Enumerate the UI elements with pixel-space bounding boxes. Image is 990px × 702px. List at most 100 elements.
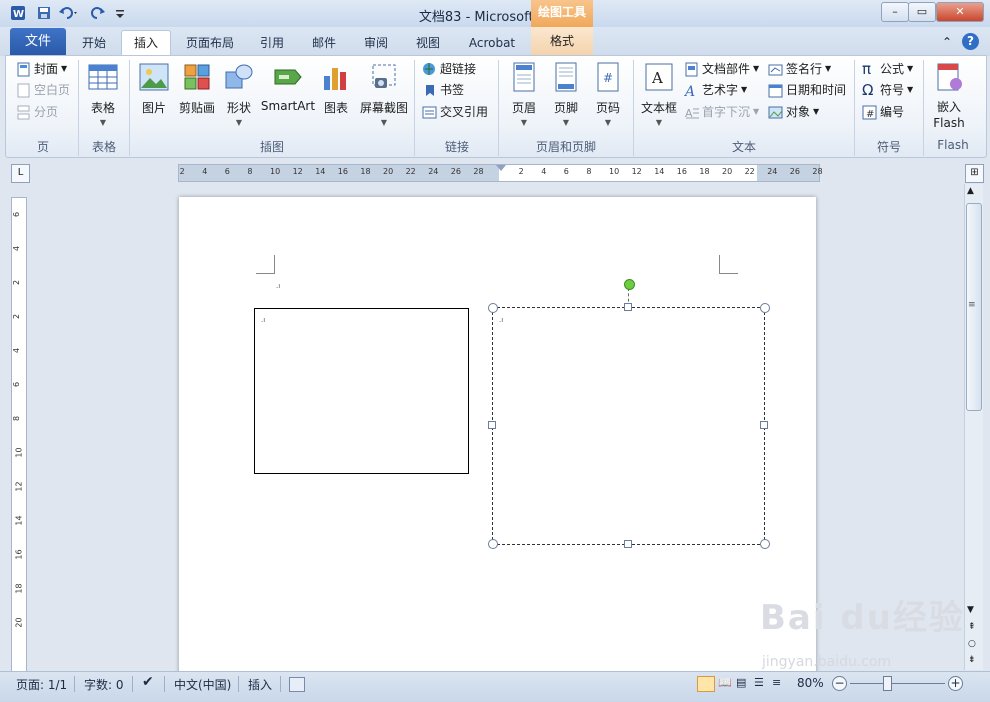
- chart-label: 图表: [323, 101, 348, 115]
- signature-line-button[interactable]: 签名行 ▼: [768, 59, 831, 79]
- status-separator: [132, 676, 133, 692]
- resize-handle-top-right[interactable]: [760, 303, 770, 313]
- table-button[interactable]: 表格 ▼: [82, 62, 124, 127]
- tab-home[interactable]: 开始: [74, 33, 114, 53]
- tab-insert[interactable]: 插入: [121, 30, 171, 57]
- page-break-button[interactable]: 分页: [16, 102, 58, 122]
- scroll-down-icon[interactable]: ▼: [967, 605, 974, 615]
- smartart-button[interactable]: SmartArt: [260, 62, 316, 113]
- resize-handle-bottom-left[interactable]: [488, 539, 498, 549]
- macro-record-icon[interactable]: [289, 677, 305, 692]
- rectangle-shape-selected[interactable]: [492, 307, 765, 545]
- bookmark-button[interactable]: 书签: [422, 80, 464, 100]
- header-button[interactable]: 页眉 ▼: [506, 62, 542, 127]
- equation-button[interactable]: π 公式 ▼: [862, 59, 913, 79]
- full-screen-reading-view-icon[interactable]: 📖: [718, 676, 732, 689]
- print-layout-view-icon[interactable]: [697, 676, 715, 692]
- browse-object-icon[interactable]: ○: [968, 639, 976, 649]
- quick-parts-button[interactable]: 文档部件 ▼: [684, 59, 759, 79]
- group-label-pages: 页: [36, 140, 49, 154]
- tab-selector-button[interactable]: L: [11, 164, 30, 183]
- omega-icon: Ω: [862, 80, 874, 99]
- close-button[interactable]: ✕: [936, 2, 984, 22]
- zoom-in-button[interactable]: +: [948, 676, 963, 691]
- textbox-button[interactable]: A 文本框 ▼: [638, 62, 680, 127]
- picture-button[interactable]: 图片: [136, 62, 172, 116]
- zoom-slider-track[interactable]: [850, 683, 945, 684]
- zoom-out-button[interactable]: −: [832, 676, 847, 691]
- proofing-icon[interactable]: ✔: [142, 674, 154, 690]
- ruler-tick-label: 4: [541, 167, 547, 176]
- dropdown-arrow-icon: ▼: [520, 118, 528, 127]
- draft-view-icon[interactable]: ≡: [772, 676, 781, 689]
- drop-cap-button[interactable]: A 首字下沉 ▼: [684, 102, 759, 122]
- word-count-status[interactable]: 字数: 0: [84, 676, 124, 693]
- ruler-tick-label: 18: [360, 167, 371, 176]
- zoom-slider-thumb[interactable]: [883, 676, 892, 691]
- page-number-label: 页码: [595, 101, 620, 115]
- ruler-tick-label: 8: [247, 167, 253, 176]
- tab-mailings[interactable]: 邮件: [306, 33, 342, 53]
- insert-mode-status[interactable]: 插入: [248, 676, 272, 693]
- resize-handle-bottom[interactable]: [624, 540, 632, 548]
- page-break-icon: [17, 105, 30, 119]
- minimize-button[interactable]: –: [881, 2, 909, 22]
- clipart-label: 剪贴画: [178, 101, 215, 115]
- shapes-button[interactable]: 形状 ▼: [221, 62, 257, 127]
- resize-handle-bottom-right[interactable]: [760, 539, 770, 549]
- tab-review[interactable]: 审阅: [358, 33, 394, 53]
- rectangle-shape-left[interactable]: [254, 308, 469, 474]
- ruler-tick-label: 20: [383, 167, 394, 176]
- scroll-up-icon[interactable]: ▲: [967, 186, 974, 196]
- date-time-button[interactable]: 日期和时间: [768, 80, 846, 100]
- outline-view-icon[interactable]: ☰: [754, 676, 764, 689]
- ruler-tick-label: 28: [812, 167, 823, 176]
- collapse-ribbon-icon[interactable]: ⌃: [942, 35, 952, 49]
- symbol-button[interactable]: Ω 符号 ▼: [862, 80, 913, 100]
- wordart-button[interactable]: A 艺术字 ▼: [684, 80, 747, 100]
- status-separator: [280, 676, 281, 692]
- vertical-ruler[interactable]: 6 4 2 2 4 6 8 10 12 14 16 18 20: [11, 197, 27, 673]
- web-layout-view-icon[interactable]: ▤: [736, 676, 746, 689]
- embed-flash-button[interactable]: 嵌入 Flash: [928, 62, 970, 131]
- chart-button[interactable]: 图表: [320, 62, 352, 116]
- screenshot-icon: [372, 64, 396, 88]
- next-page-icon[interactable]: ⇟: [968, 655, 976, 665]
- resize-handle-left[interactable]: [488, 421, 496, 429]
- restore-button[interactable]: ▭: [908, 2, 936, 22]
- table-label: 表格: [90, 101, 115, 115]
- window-title: 文档83 - Microsoft Word: [418, 10, 572, 25]
- resize-handle-right[interactable]: [760, 421, 768, 429]
- tab-view[interactable]: 视图: [410, 33, 446, 53]
- equation-label: 公式: [880, 62, 905, 76]
- resize-handle-top[interactable]: [624, 303, 632, 311]
- screenshot-button[interactable]: 屏幕截图 ▼: [358, 62, 410, 127]
- page-number-button[interactable]: # 页码 ▼: [590, 62, 626, 127]
- hyperlink-button[interactable]: 超链接: [422, 59, 476, 79]
- tab-format[interactable]: 格式: [531, 27, 593, 56]
- previous-page-icon[interactable]: ⇞: [968, 622, 976, 632]
- cover-page-button[interactable]: 封面 ▼: [16, 59, 67, 79]
- horizontal-ruler[interactable]: 28 26 24 22 20 18 16 14 12 10 8 6 4 2 2 4 6 8 10 12 14 16 18 20…: [178, 164, 823, 182]
- blank-page-button[interactable]: 空白页: [16, 80, 70, 100]
- flash-icon: [937, 63, 962, 91]
- number-button[interactable]: # 编号: [862, 102, 904, 122]
- page-count-status[interactable]: 页面: 1/1: [16, 676, 67, 693]
- view-ruler-icon[interactable]: ⊞: [965, 164, 984, 183]
- object-button[interactable]: 对象 ▼: [768, 102, 819, 122]
- tab-acrobat[interactable]: Acrobat: [462, 33, 522, 53]
- language-status[interactable]: 中文(中国): [174, 676, 231, 693]
- tab-references[interactable]: 引用: [254, 33, 290, 53]
- rotation-handle[interactable]: [624, 279, 635, 290]
- zoom-level[interactable]: 80%: [797, 676, 824, 690]
- tab-page-layout[interactable]: 页面布局: [180, 33, 240, 53]
- tab-file[interactable]: 文件: [10, 28, 66, 55]
- ruler-tick-label: 2: [179, 167, 185, 176]
- footer-button[interactable]: 页脚 ▼: [548, 62, 584, 127]
- help-icon[interactable]: ?: [962, 33, 979, 50]
- resize-handle-top-left[interactable]: [488, 303, 498, 313]
- clipart-button[interactable]: 剪贴画: [176, 62, 218, 116]
- signature-line-icon: [768, 64, 783, 75]
- cross-reference-button[interactable]: 交叉引用: [422, 102, 488, 122]
- first-line-indent-marker[interactable]: [496, 165, 506, 171]
